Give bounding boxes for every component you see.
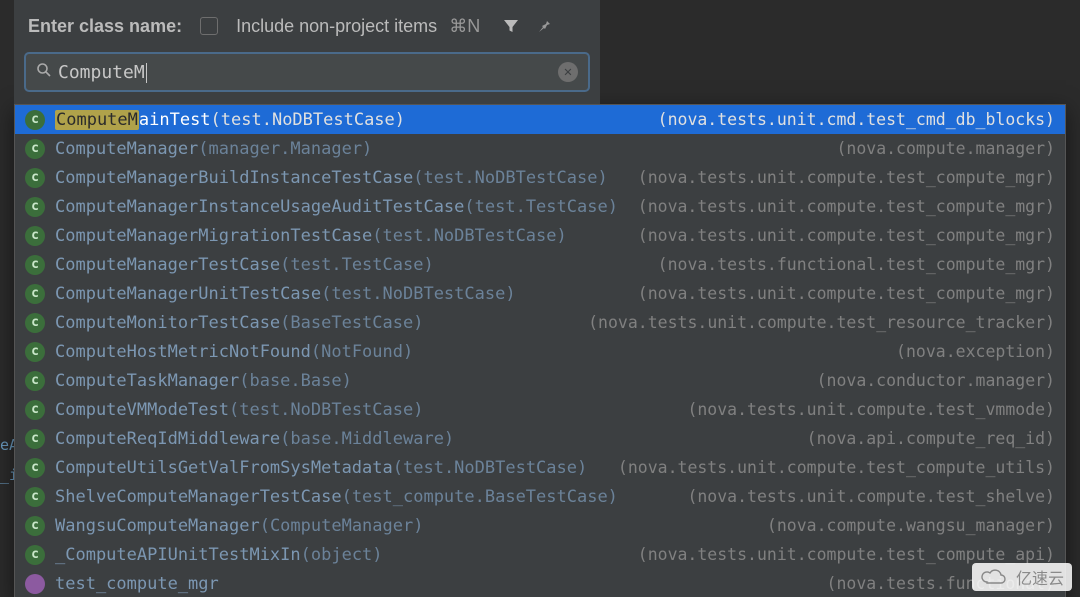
result-name: ComputeMainTest(test.NoDBTestCase) — [55, 110, 405, 130]
result-name: ComputeUtilsGetValFromSysMetadata(test.N… — [55, 458, 587, 478]
result-location: (nova.tests.unit.compute.test_compute_mg… — [628, 197, 1055, 216]
result-row[interactable]: c ComputeUtilsGetValFromSysMetadata(test.… — [15, 453, 1065, 482]
variable-type-icon — [25, 574, 45, 594]
class-type-icon: c — [25, 168, 45, 188]
result-row[interactable]: c ComputeManager(manager.Manager) (nova.co… — [15, 134, 1065, 163]
filter-icon[interactable] — [502, 17, 520, 35]
result-row[interactable]: c ComputeMonitorTestCase(BaseTestCase) (no… — [15, 308, 1065, 337]
result-name: ComputeManagerBuildInstanceTestCase(test… — [55, 168, 608, 188]
class-type-icon: c — [25, 516, 45, 536]
result-location: (nova.tests.unit.compute.test_compute_mg… — [628, 284, 1055, 303]
class-type-icon: c — [25, 371, 45, 391]
panel-header: Enter class name: Include non-project it… — [14, 0, 600, 52]
result-location: (nova.tests.functional.test_compute_mgr) — [648, 255, 1055, 274]
search-query-text: ComputeM — [58, 62, 558, 83]
result-row[interactable]: c ComputeReqIdMiddleware(base.Middleware)… — [15, 424, 1065, 453]
watermark: 亿速云 — [972, 563, 1072, 591]
result-row[interactable]: c ComputeManagerBuildInstanceTestCase(tes… — [15, 163, 1065, 192]
result-location: (nova.compute.wangsu_manager) — [757, 516, 1055, 535]
class-type-icon: c — [25, 342, 45, 362]
result-location: (nova.compute.manager) — [826, 139, 1055, 158]
result-row[interactable]: c WangsuComputeManager(ComputeManager) (no… — [15, 511, 1065, 540]
result-row[interactable]: c _ComputeAPIUnitTestMixIn(object) (nova.t… — [15, 540, 1065, 569]
result-location: (nova.exception) — [886, 342, 1055, 361]
result-row[interactable]: c ComputeManagerTestCase(test.TestCase) (n… — [15, 250, 1065, 279]
watermark-text: 亿速云 — [1016, 565, 1064, 589]
result-location: (nova.tests.unit.compute.test_compute_mg… — [628, 168, 1055, 187]
result-location: (nova.conductor.manager) — [807, 371, 1055, 390]
result-location: (nova.tests.unit.compute.test_compute_ut… — [608, 458, 1055, 477]
class-type-icon: c — [25, 197, 45, 217]
result-name: ComputeHostMetricNotFound(NotFound) — [55, 342, 413, 362]
result-name: ComputeReqIdMiddleware(base.Middleware) — [55, 429, 454, 449]
result-name: _ComputeAPIUnitTestMixIn(object) — [55, 545, 383, 565]
shortcut-hint: ⌘N — [449, 16, 480, 37]
result-location: (nova.tests.unit.cmd.test_cmd_db_blocks) — [648, 110, 1055, 129]
result-name: ComputeTaskManager(base.Base) — [55, 371, 352, 391]
result-name: ComputeManagerInstanceUsageAuditTestCase… — [55, 197, 618, 217]
result-location: (nova.tests.unit.compute.test_compute_mg… — [628, 226, 1055, 245]
class-type-icon: c — [25, 139, 45, 159]
result-name: test_compute_mgr — [55, 574, 219, 594]
class-type-icon: c — [25, 284, 45, 304]
result-name: ComputeMonitorTestCase(BaseTestCase) — [55, 313, 423, 333]
class-type-icon: c — [25, 545, 45, 565]
result-location: (nova.tests.unit.compute.test_shelve) — [677, 487, 1055, 506]
result-name: ComputeVMModeTest(test.NoDBTestCase) — [55, 400, 423, 420]
result-row[interactable]: c ComputeMainTest(test.NoDBTestCase) (nova… — [15, 105, 1065, 134]
result-location: (nova.tests.unit.compute.test_resource_t… — [578, 313, 1055, 332]
class-type-icon: c — [25, 226, 45, 246]
result-row[interactable]: c ShelveComputeManagerTestCase(test_compu… — [15, 482, 1065, 511]
search-input[interactable]: ComputeM ✕ — [24, 52, 590, 92]
result-name: ComputeManagerMigrationTestCase(test.NoD… — [55, 226, 567, 246]
result-row[interactable]: c ComputeManagerInstanceUsageAuditTestCas… — [15, 192, 1065, 221]
result-name: ComputeManager(manager.Manager) — [55, 139, 372, 159]
results-dropdown: c ComputeMainTest(test.NoDBTestCase) (nova… — [14, 104, 1066, 597]
class-type-icon: c — [25, 110, 45, 130]
result-row[interactable]: c ComputeManagerMigrationTestCase(test.No… — [15, 221, 1065, 250]
class-type-icon: c — [25, 429, 45, 449]
result-name: ComputeManagerTestCase(test.TestCase) — [55, 255, 434, 275]
result-row[interactable]: test_compute_mgr(nova.tests.functional) — [15, 569, 1065, 597]
clear-icon[interactable]: ✕ — [558, 62, 578, 82]
class-type-icon: c — [25, 400, 45, 420]
result-name: ComputeManagerUnitTestCase(test.NoDBTest… — [55, 284, 516, 304]
result-row[interactable]: c ComputeVMModeTest(test.NoDBTestCase) (no… — [15, 395, 1065, 424]
result-name: ShelveComputeManagerTestCase(test_comput… — [55, 487, 618, 507]
result-row[interactable]: c ComputeHostMetricNotFound(NotFound) (nov… — [15, 337, 1065, 366]
class-type-icon: c — [25, 313, 45, 333]
result-row[interactable]: c ComputeTaskManager(base.Base) (nova.cond… — [15, 366, 1065, 395]
class-search-panel: Enter class name: Include non-project it… — [14, 0, 600, 104]
include-nonproject-checkbox[interactable] — [200, 17, 218, 35]
result-location: (nova.tests.unit.compute.test_compute_ap… — [628, 545, 1055, 564]
class-type-icon: c — [25, 487, 45, 507]
class-type-icon: c — [25, 458, 45, 478]
include-nonproject-label: Include non-project items — [236, 16, 437, 37]
result-location: (nova.api.compute_req_id) — [797, 429, 1055, 448]
class-type-icon: c — [25, 255, 45, 275]
result-location: (nova.tests.unit.compute.test_vmmode) — [677, 400, 1055, 419]
search-icon — [36, 62, 52, 82]
result-row[interactable]: c ComputeManagerUnitTestCase(test.NoDBTes… — [15, 279, 1065, 308]
pin-icon[interactable] — [534, 17, 552, 35]
panel-title: Enter class name: — [28, 16, 182, 37]
result-name: WangsuComputeManager(ComputeManager) — [55, 516, 423, 536]
